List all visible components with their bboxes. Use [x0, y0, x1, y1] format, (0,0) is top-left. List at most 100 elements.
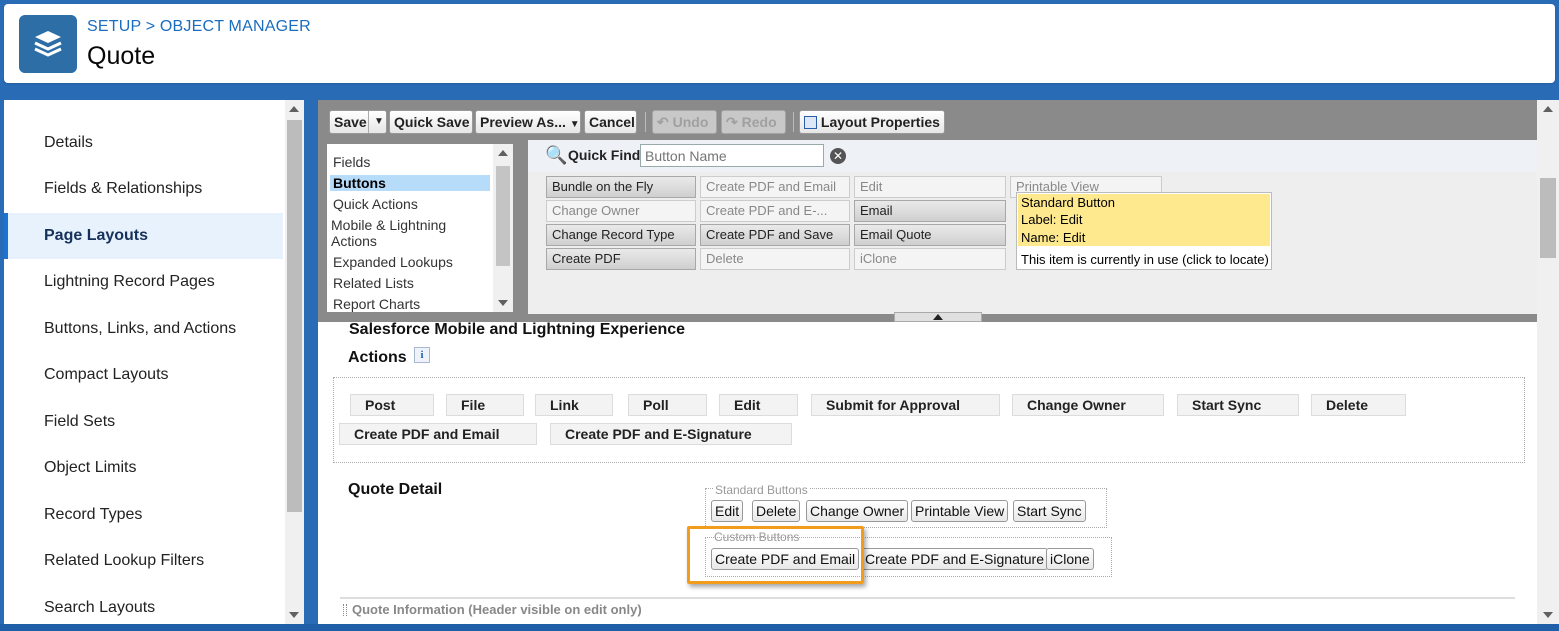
category-report-charts[interactable]: Report Charts [333, 296, 493, 312]
toolbar-divider [645, 112, 646, 132]
quick-find-input[interactable] [640, 144, 824, 167]
palette: Save ▼ Quick Save Preview As... ▼ Cancel… [318, 100, 1537, 322]
create-pdf-esignature-button[interactable]: Create PDF and E-Signature [861, 548, 1048, 570]
tooltip-name: Name: Edit [1021, 230, 1086, 245]
action-button[interactable]: Link [535, 394, 613, 416]
caret-up-icon [933, 314, 943, 320]
sidebar: Details Fields & Relationships Page Layo… [4, 100, 304, 624]
change-owner-button[interactable]: Change Owner [806, 500, 909, 522]
tooltip-footer[interactable]: This item is currently in use (click to … [1021, 251, 1269, 268]
palette-button[interactable]: Email [854, 200, 1006, 222]
toolbar: Save ▼ Quick Save Preview As... ▼ Cancel… [327, 108, 1535, 136]
chevron-down-icon[interactable]: ▼ [368, 111, 384, 133]
scrollbar-thumb[interactable] [496, 166, 510, 266]
undo-button[interactable]: ↶ Undo [652, 110, 717, 134]
sidebar-item-field-sets[interactable]: Field Sets [4, 399, 283, 445]
quick-find-label: Quick Find [568, 147, 641, 163]
sidebar-item-compact-layouts[interactable]: Compact Layouts [4, 352, 283, 398]
action-button[interactable]: Delete [1311, 394, 1406, 416]
quote-information-subtitle: (Header visible on edit only) [468, 602, 642, 617]
scrollbar-thumb[interactable] [287, 120, 302, 512]
cancel-button[interactable]: Cancel [584, 110, 637, 134]
redo-button[interactable]: ↷ Redo [721, 110, 786, 134]
scroll-down-icon[interactable] [1543, 612, 1553, 618]
scroll-down-icon[interactable] [498, 300, 508, 306]
scroll-down-icon[interactable] [289, 612, 299, 618]
category-related-lists[interactable]: Related Lists [333, 275, 493, 291]
action-button[interactable]: Start Sync [1177, 394, 1299, 416]
chevron-down-icon: ▼ [569, 119, 580, 130]
sidebar-item-record-types[interactable]: Record Types [4, 492, 283, 538]
layout-properties-button[interactable]: Layout Properties [799, 110, 945, 134]
action-button[interactable]: File [446, 394, 524, 416]
toolbar-divider [793, 112, 794, 132]
quick-save-button[interactable]: Quick Save [389, 110, 473, 134]
scrollbar-thumb[interactable] [1540, 178, 1556, 258]
sidebar-item-object-limits[interactable]: Object Limits [4, 445, 283, 491]
category-buttons[interactable]: Buttons [330, 175, 490, 191]
info-icon[interactable]: i [414, 347, 430, 363]
item-tooltip: Standard Button Label: Edit Name: Edit T… [1016, 192, 1272, 270]
palette-button[interactable]: Create PDF and Save [700, 224, 850, 246]
tooltip-label: Label: Edit [1021, 212, 1083, 227]
palette-button[interactable]: iClone [854, 248, 1006, 270]
drag-handle-icon[interactable] [343, 604, 347, 616]
category-expanded-lookups[interactable]: Expanded Lookups [333, 254, 493, 270]
breadcrumb[interactable]: SETUP > OBJECT MANAGER [87, 18, 311, 36]
palette-button[interactable]: Bundle on the Fly [546, 176, 696, 198]
printable-view-button[interactable]: Printable View [911, 500, 1009, 522]
sidebar-item-search-layouts[interactable]: Search Layouts [4, 585, 283, 631]
palette-button[interactable]: Create PDF and E-... [700, 200, 850, 222]
tooltip-type: Standard Button [1021, 195, 1115, 210]
action-button[interactable]: Change Owner [1012, 394, 1164, 416]
page-header: SETUP > OBJECT MANAGER Quote [4, 4, 1555, 83]
palette-button[interactable]: Create PDF [546, 248, 696, 270]
sidebar-item-fields-relationships[interactable]: Fields & Relationships [4, 166, 283, 212]
action-button[interactable]: Submit for Approval [811, 394, 1000, 416]
palette-button[interactable]: Email Quote [854, 224, 1006, 246]
sidebar-item-buttons-links-actions[interactable]: Buttons, Links, and Actions [4, 306, 283, 352]
palette-button[interactable]: Create PDF and Email [700, 176, 850, 198]
sidebar-item-lightning-record-pages[interactable]: Lightning Record Pages [4, 259, 283, 305]
category-fields[interactable]: Fields [333, 154, 493, 170]
iclone-button[interactable]: iClone [1046, 548, 1094, 570]
palette-resize-handle[interactable] [894, 312, 982, 322]
palette-items: 🔍 Quick Find ✕ Bundle on the Fly Create … [528, 140, 1537, 314]
actions-drop-zone: Post File Link Poll Edit Submit for Appr… [333, 377, 1525, 463]
sidebar-item-details[interactable]: Details [4, 120, 283, 166]
action-button[interactable]: Edit [719, 394, 798, 416]
section-actions: Actions [348, 349, 407, 366]
start-sync-button[interactable]: Start Sync [1013, 500, 1086, 522]
layers-icon [19, 15, 77, 73]
section-quote-detail: Quote Detail [348, 481, 443, 498]
palette-category-list: Fields Buttons Quick Actions Mobile & Li… [327, 144, 513, 312]
action-button[interactable]: Create PDF and E-Signature [550, 423, 792, 445]
close-icon[interactable]: ✕ [830, 148, 846, 164]
palette-button[interactable]: Delete [700, 248, 850, 270]
category-mobile-lightning-actions[interactable]: Mobile & Lightning Actions [331, 217, 489, 249]
standard-buttons-group: Standard Buttons Edit Delete Change Owne… [705, 483, 1107, 528]
sidebar-item-related-lookup-filters[interactable]: Related Lookup Filters [4, 538, 283, 584]
sidebar-item-page-layouts[interactable]: Page Layouts [4, 213, 283, 259]
category-quick-actions[interactable]: Quick Actions [333, 196, 493, 212]
edit-button[interactable]: Edit [711, 500, 744, 522]
layout-editor: Save ▼ Quick Save Preview As... ▼ Cancel… [318, 100, 1559, 624]
scroll-up-icon[interactable] [1543, 106, 1553, 112]
palette-button[interactable]: Change Record Type [546, 224, 696, 246]
main-scrollbar[interactable] [1537, 100, 1559, 624]
action-button[interactable]: Poll [628, 394, 707, 416]
sidebar-scrollbar[interactable] [285, 100, 304, 624]
scroll-up-icon[interactable] [289, 106, 299, 112]
action-button[interactable]: Post [350, 394, 434, 416]
action-button[interactable]: Create PDF and Email [339, 423, 537, 445]
page-title: Quote [87, 42, 156, 70]
highlight-box [687, 526, 864, 584]
scroll-up-icon[interactable] [498, 150, 508, 156]
undo-icon: ↶ [657, 114, 669, 130]
category-scrollbar[interactable] [493, 144, 513, 312]
preview-as-button[interactable]: Preview As... ▼ [475, 110, 581, 134]
palette-button[interactable]: Edit [854, 176, 1006, 198]
delete-button[interactable]: Delete [752, 500, 801, 522]
save-button[interactable]: Save ▼ [329, 110, 387, 134]
palette-button[interactable]: Change Owner [546, 200, 696, 222]
